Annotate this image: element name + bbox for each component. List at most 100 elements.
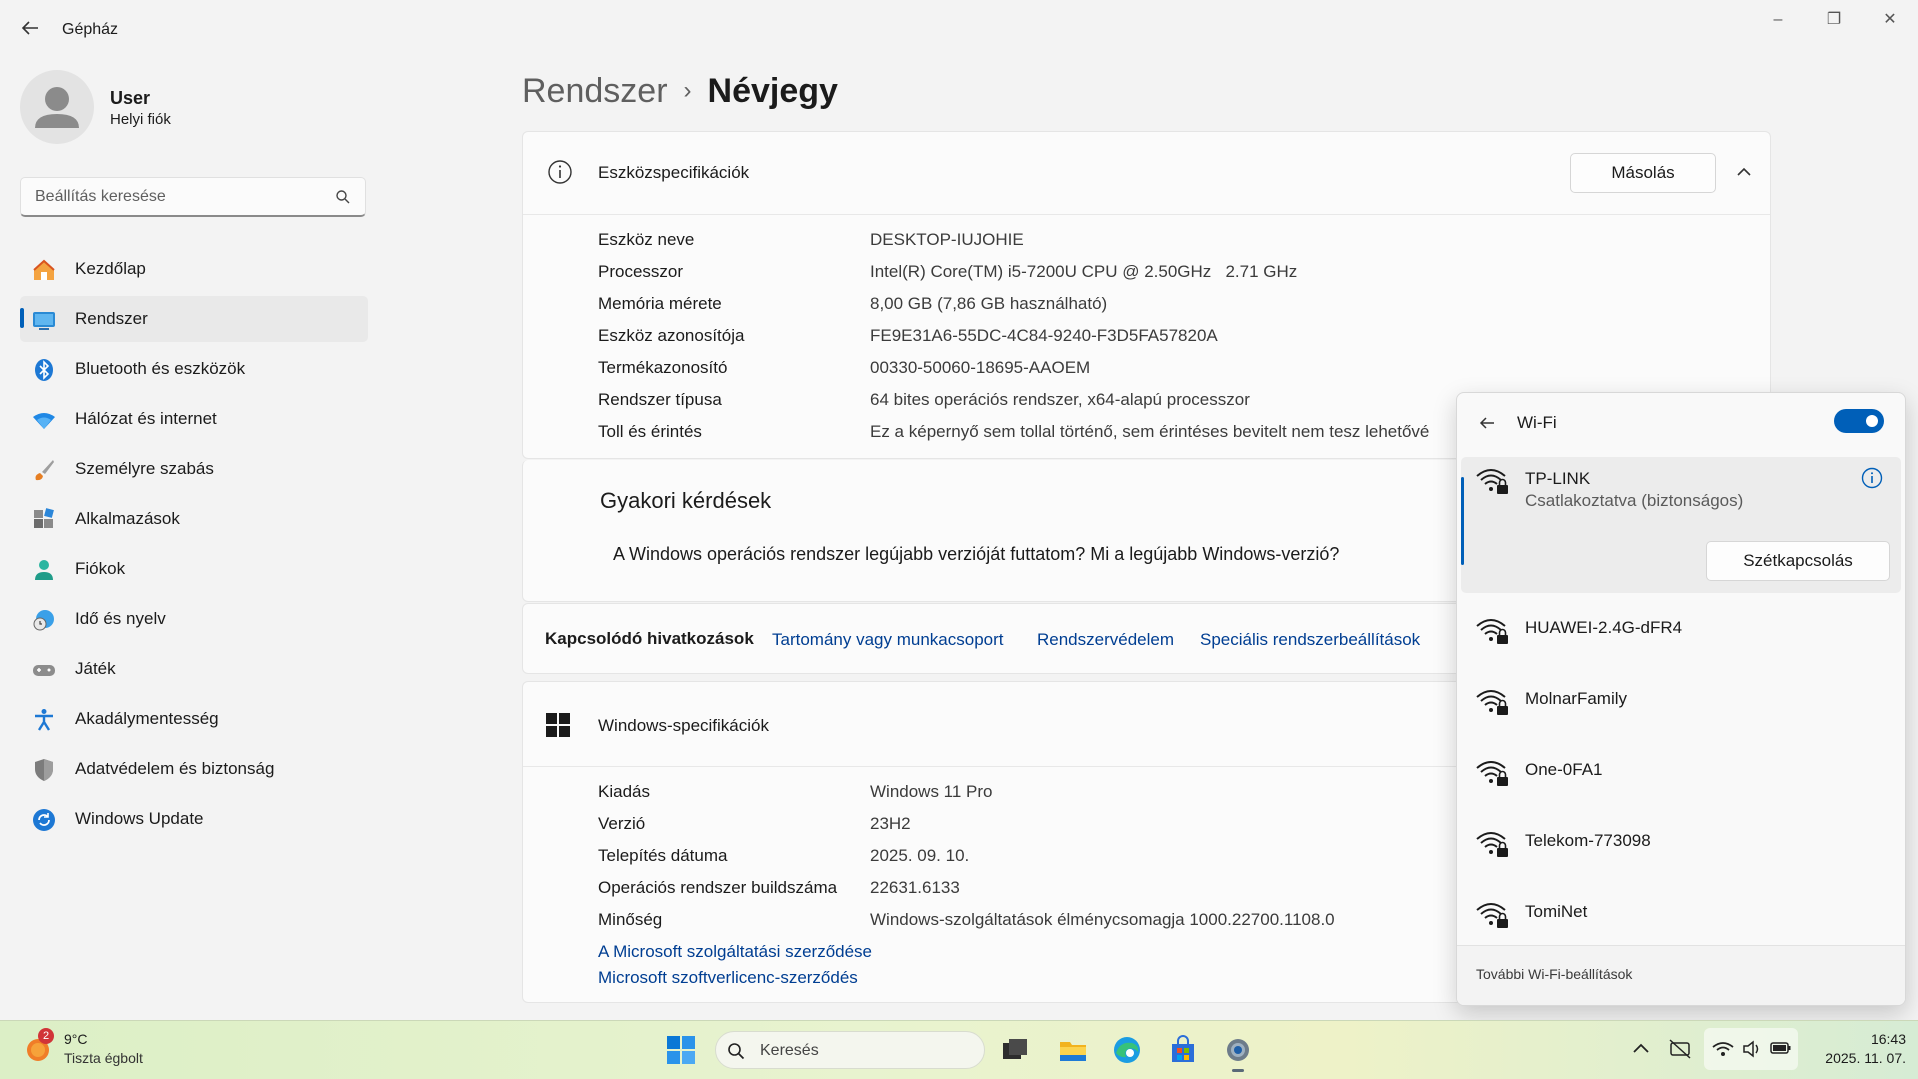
spec-label: Minőség [598,910,663,929]
disconnect-button[interactable]: Szétkapcsolás [1706,541,1890,581]
search-icon[interactable] [335,189,351,205]
person-icon [35,560,53,580]
volume-icon [1743,1040,1759,1058]
network-name: TP-LINK [1525,469,1591,488]
spec-value: 00330-50060-18695-AAOEM [870,358,1091,377]
spec-label: Telepítés dátuma [598,846,728,865]
taskbar-time[interactable]: 16:43 [1814,1031,1906,1047]
network-item[interactable]: Telekom-773098 [1457,808,1905,878]
active-indicator [20,308,24,328]
wifi-flyout-footer: További Wi-Fi-beállítások [1457,945,1905,1005]
breadcrumb-separator: › [683,77,692,104]
breadcrumb-parent[interactable]: Rendszer [522,72,668,110]
sidebar-item-privacy[interactable]: Adatvédelem és biztonság [20,746,368,792]
network-name: TomiNet [1525,902,1588,921]
spec-label: Verzió [598,814,646,833]
sidebar-item-system[interactable]: Rendszer [20,296,368,342]
wifi-flyout-title: Wi-Fi [1517,413,1557,432]
sidebar-item-personalization[interactable]: Személyre szabás [20,446,368,492]
settings-search[interactable] [20,177,366,217]
sidebar-item-accounts[interactable]: Fiókok [20,546,368,592]
home-icon [33,259,55,280]
search-input[interactable] [33,187,327,207]
spec-label: Memória mérete [598,294,722,313]
search-icon [728,1043,745,1060]
sidebar-item-label: Idő és nyelv [75,609,166,628]
sidebar-item-bluetooth[interactable]: Bluetooth és eszközök [20,346,368,392]
network-item[interactable]: One-0FA1 [1457,737,1905,807]
spec-value: Windows 11 Pro [870,782,993,801]
spec-label: Termékazonosító [598,358,728,377]
task-view-icon[interactable] [1000,1035,1030,1065]
weather-widget[interactable]: 2 [22,1028,54,1064]
sidebar-item-network[interactable]: Hálózat és internet [20,396,368,442]
sidebar-item-apps[interactable]: Alkalmazások [20,496,368,542]
restore-button[interactable]: ❐ [1814,8,1854,32]
taskbar-date[interactable]: 2025. 11. 07. [1814,1050,1906,1066]
minimize-button[interactable]: – [1758,8,1798,32]
network-item[interactable]: TomiNet [1457,879,1905,949]
start-button[interactable] [666,1035,696,1065]
spec-value: 22631.6133 [870,878,960,897]
chevron-up-icon[interactable] [1736,166,1752,178]
link-domain-workgroup[interactable]: Tartomány vagy munkacsoport [772,630,1004,650]
sidebar-item-label: Akadálymentesség [75,709,219,728]
sidebar-item-accessibility[interactable]: Akadálymentesség [20,696,368,742]
back-arrow-icon[interactable] [1477,413,1497,433]
link-advanced-system-settings[interactable]: Speciális rendszerbeállítások [1200,630,1420,650]
app-title: Gépház [62,21,119,38]
link-ms-license-terms[interactable]: Microsoft szoftverlicenc-szerződés [598,968,858,988]
shield-icon [35,759,53,781]
quick-settings-button[interactable] [1704,1028,1798,1070]
breadcrumb: Rendszer › Névjegy [522,72,838,111]
network-name: HUAWEI-2.4G-dFR4 [1525,618,1683,637]
file-explorer-icon[interactable] [1058,1035,1088,1065]
account-type: Helyi fiók [110,111,171,128]
microsoft-store-icon[interactable] [1168,1035,1198,1065]
sidebar-item-home[interactable]: Kezdőlap [20,246,368,292]
chevron-up-icon[interactable] [1632,1041,1650,1055]
spec-label: Toll és érintés [598,422,702,441]
network-item[interactable]: MolnarFamily [1457,666,1905,736]
link-system-protection[interactable]: Rendszervédelem [1037,630,1174,650]
spec-value: Windows-szolgáltatások élménycsomagja 10… [870,910,1335,929]
network-name: One-0FA1 [1525,760,1603,779]
network-name: Telekom-773098 [1525,831,1651,850]
notifications-off-icon[interactable] [1668,1038,1692,1060]
spec-label: Eszköz azonosítója [598,326,745,345]
accessibility-icon [35,709,53,731]
link-ms-services-agreement[interactable]: A Microsoft szolgáltatási szerződése [598,942,872,962]
sidebar-item-time-language[interactable]: Idő és nyelv [20,596,368,642]
avatar[interactable] [20,70,94,144]
spec-value: 8,00 GB (7,86 GB használható) [870,294,1108,313]
taskbar-search[interactable]: Keresés [715,1031,985,1069]
sidebar-item-gaming[interactable]: Játék [20,646,368,692]
wifi-icon [1712,1042,1734,1056]
wifi-secured-icon [1476,761,1508,786]
wifi-secured-icon [1476,832,1508,857]
network-name: MolnarFamily [1525,689,1628,708]
spec-value: 2025. 09. 10. [870,846,970,865]
back-arrow-icon[interactable] [18,16,42,40]
sidebar-item-label: Kezdőlap [75,259,146,278]
taskbar-search-label: Keresés [760,1042,819,1059]
spec-value: 23H2 [870,814,911,833]
edge-browser-icon[interactable] [1112,1035,1142,1065]
device-specs-header[interactable]: Eszközspecifikációk Másolás [523,132,1770,215]
info-icon[interactable] [1861,467,1883,489]
copy-button[interactable]: Másolás [1570,153,1716,193]
spec-value: 64 bites operációs rendszer, x64-alapú p… [870,390,1250,409]
system-icon [33,312,55,330]
network-item[interactable]: HUAWEI-2.4G-dFR4 [1457,595,1905,665]
network-connected-tp-link[interactable]: TP-LINK Csatlakoztatva (biztonságos) Szé… [1461,457,1901,593]
related-links-label: Kapcsolódó hivatkozások [545,629,754,648]
sidebar-item-windows-update[interactable]: Windows Update [20,796,368,842]
wifi-toggle[interactable] [1834,409,1884,433]
windows-specs-title: Windows-specifikációk [598,716,769,735]
close-button[interactable]: ✕ [1870,8,1910,32]
more-wifi-settings-link[interactable]: További Wi-Fi-beállítások [1476,966,1632,982]
faq-question[interactable]: A Windows operációs rendszer legújabb ve… [613,544,1339,565]
settings-gear-icon[interactable] [1223,1035,1253,1065]
spec-label: Eszköz neve [598,230,695,249]
weather-badge: 2 [38,1028,54,1044]
